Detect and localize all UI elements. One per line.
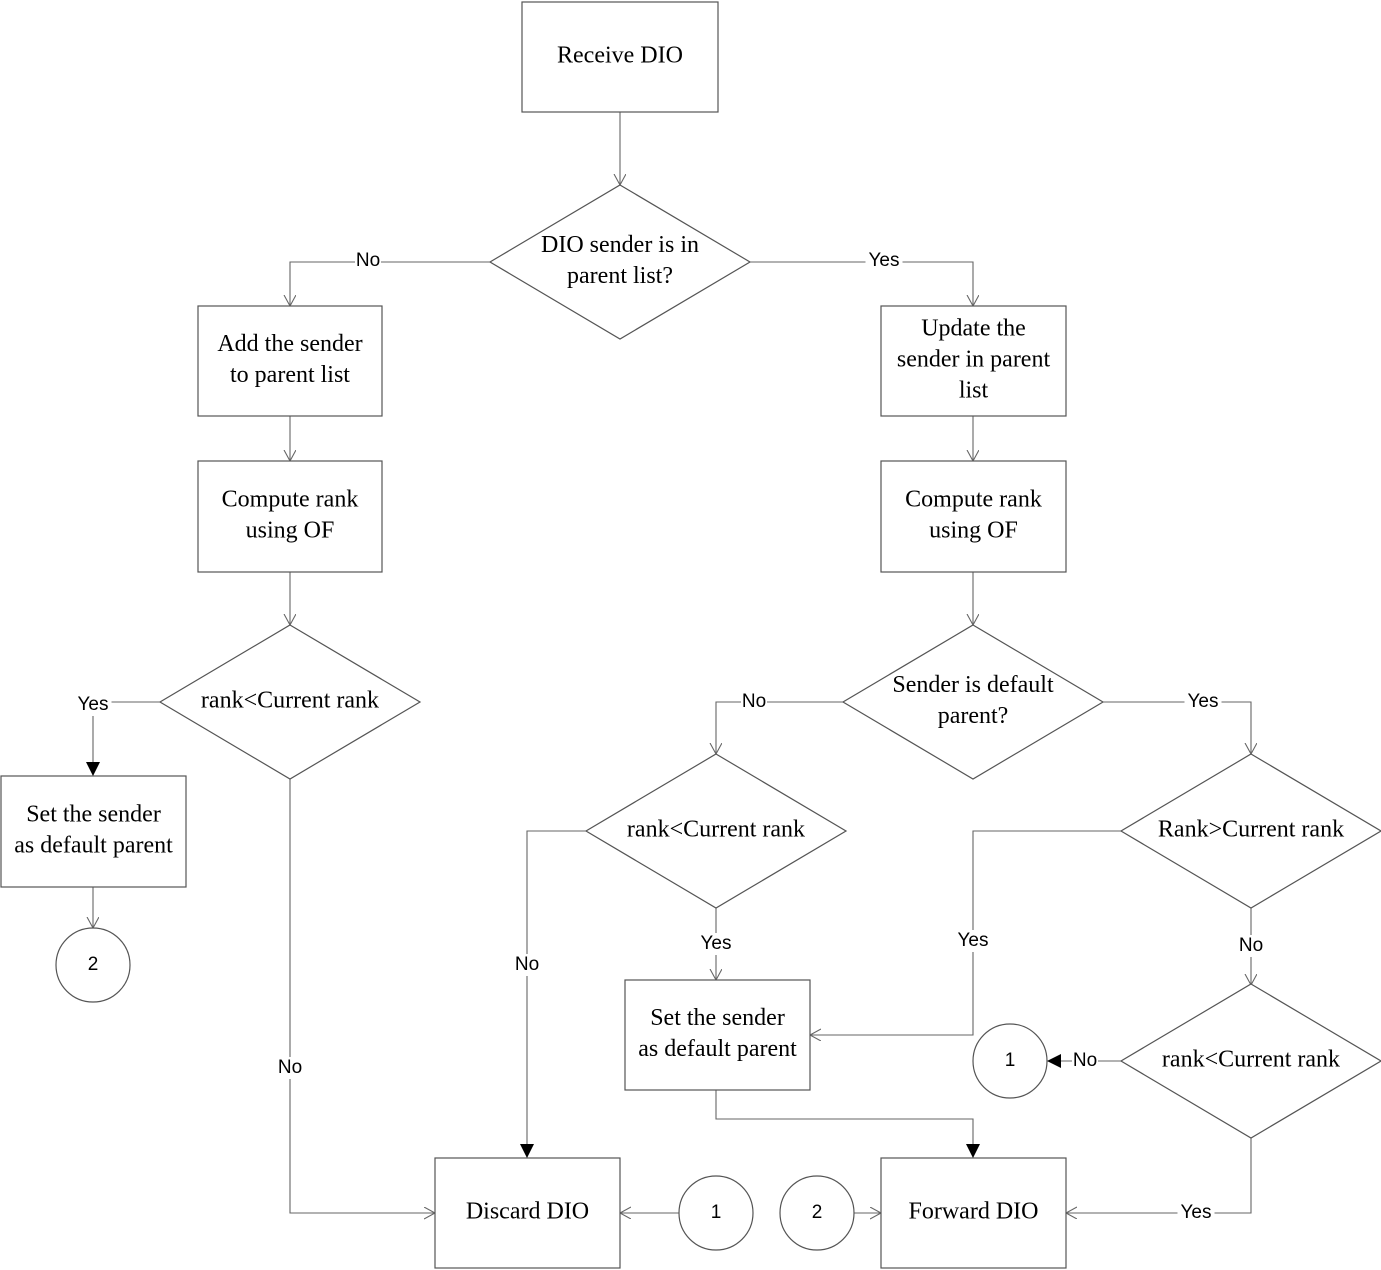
edge-label-rank-r3-yes: Yes [1181,1202,1212,1223]
process-box [197,305,383,417]
node-text: parent list? [567,263,673,289]
process-receive: Receive DIO [521,1,719,113]
process-set-mid: Set the sender as default parent [624,979,811,1091]
edge-label-in-parent-no: No [356,250,380,271]
node-text: Update the [921,316,1026,342]
decision-rank-r3: rank<Current rank [1119,983,1381,1139]
node-text: as default parent [14,833,173,859]
edge-is-default-yes [1103,701,1251,754]
node-text: Rank>Current rank [1158,817,1344,843]
connector-number: 2 [88,954,99,975]
process-compute-left: Compute rank using OF [197,460,383,573]
decision-rank-gt: Rank>Current rank [1119,753,1381,909]
decision-diamond [488,184,752,340]
edge-label-rank-gt-no: No [1239,935,1263,956]
node-text: list [959,378,989,404]
edge-set-mid-to-forward [715,1090,980,1158]
node-text: rank<Current rank [1162,1047,1340,1073]
node-text: as default parent [638,1036,797,1062]
edge-label-rank-r3-no: No [1073,1050,1097,1071]
connector-number: 1 [711,1202,722,1223]
node-text: Compute rank [222,487,359,513]
process-box [0,775,187,888]
node-text: Sender is default [892,672,1054,698]
process-compute-right: Compute rank using OF [880,460,1067,573]
process-add-sender: Add the sender to parent list [197,305,383,417]
connector-number: 1 [1005,1050,1016,1071]
edge-label-rank-left-yes: Yes [78,694,109,715]
edge-label-is-default-yes: Yes [1188,691,1219,712]
node-text: Forward DIO [909,1199,1039,1225]
edge-rank-left-no [289,779,435,1213]
node-text: DIO sender is in [541,232,699,258]
node-text: to parent list [230,362,350,388]
process-box [197,460,383,573]
node-text: parent? [938,703,1009,729]
edge-rank-r3-yes [1066,1138,1252,1213]
connector-c1-bottom: 1 [678,1175,754,1251]
node-text: Set the sender [650,1005,785,1031]
decision-is-default: Sender is default parent? [841,624,1105,780]
edge-label-rank-gt-yes: Yes [958,930,989,951]
node-text: Add the sender [217,331,362,357]
edge-label-in-parent-yes: Yes [869,250,900,271]
connector-c2-left: 2 [55,927,131,1003]
node-text: rank<Current rank [627,817,805,843]
connector-number: 2 [812,1202,823,1223]
connector-c1-right: 1 [972,1023,1048,1099]
edge-label-is-default-no: No [742,691,766,712]
node-text: sender in parent [897,347,1051,373]
dio-flowchart: Receive DIO Add the sender to parent list C… [0,1,1381,1269]
edge-label-rank-left-no: No [278,1057,302,1078]
decision-rank-mid: rank<Current rank [584,753,848,909]
edge-rank-mid-no [520,830,586,1158]
decision-in-parent: DIO sender is in parent list? [488,184,752,340]
node-text: Set the sender [26,802,161,828]
node-text: Discard DIO [466,1199,589,1225]
decision-diamond [841,624,1105,780]
edge-label-rank-mid-yes: Yes [701,933,732,954]
process-box [624,979,811,1091]
node-text: using OF [929,518,1018,544]
process-forward: Forward DIO [880,1157,1067,1269]
node-text: rank<Current rank [201,688,379,714]
edge-in-parent-no [290,261,490,306]
node-text: using OF [246,518,335,544]
connector-c2-bottom: 2 [779,1175,855,1251]
edge-in-parent-yes [750,261,973,306]
node-text: Receive DIO [557,43,683,69]
edge-label-rank-mid-no: No [515,954,539,975]
process-box [880,460,1067,573]
node-text: Compute rank [905,487,1042,513]
process-discard: Discard DIO [434,1157,621,1269]
decision-rank-left: rank<Current rank [158,624,422,780]
process-set-left: Set the sender as default parent [0,775,187,888]
process-update-sender: Update the sender in parent list [880,305,1067,417]
edge-is-default-no [716,701,843,754]
